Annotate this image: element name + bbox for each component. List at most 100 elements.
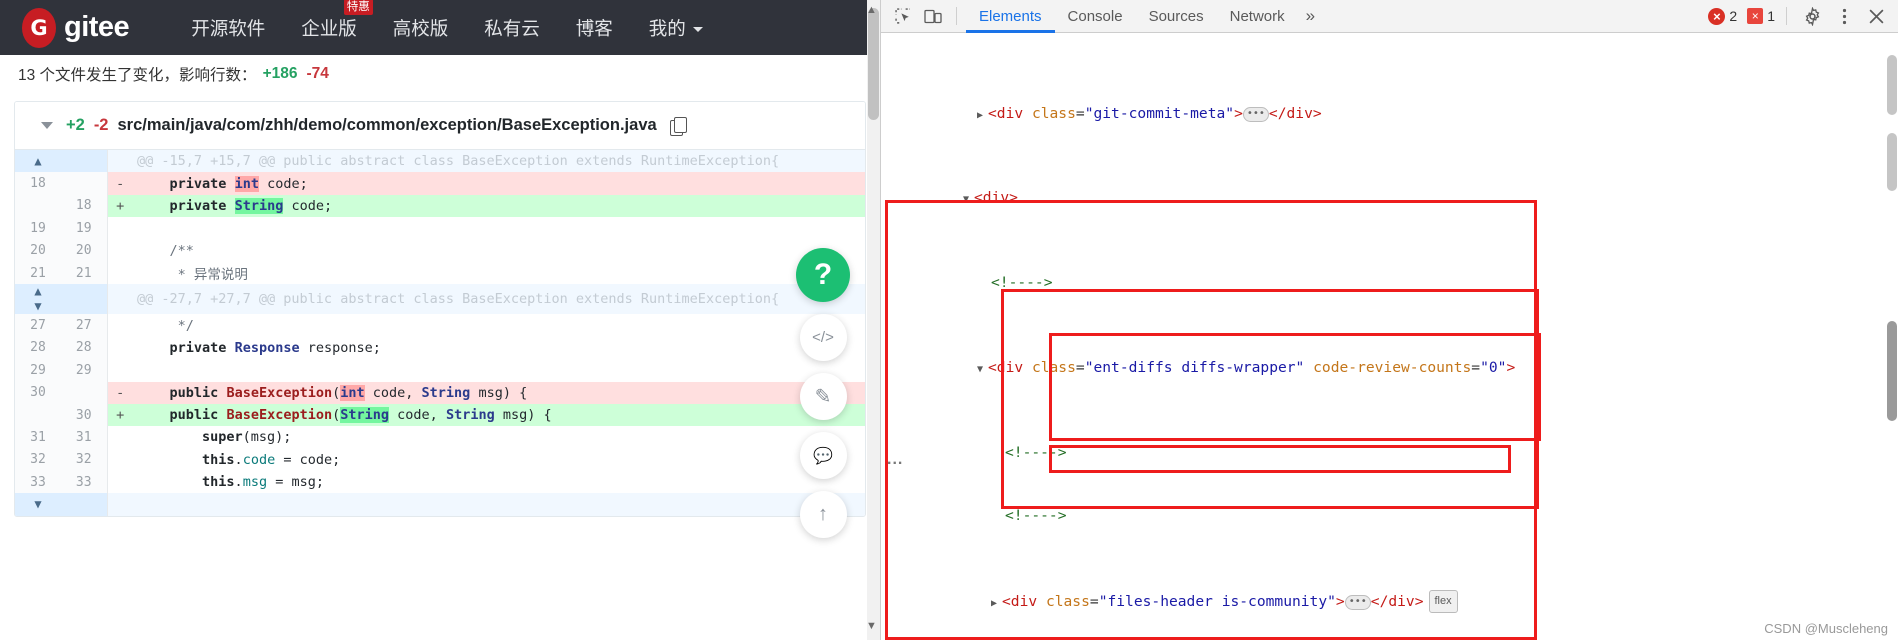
diff-sign: +	[107, 194, 133, 218]
scroll-up-arrow-icon[interactable]: ▲	[866, 4, 877, 16]
line-number-old: 30	[15, 381, 61, 404]
devtools-scrollbar-thumb-lower[interactable]	[1887, 321, 1897, 421]
diff-summary-text: 13 个文件发生了变化，影响行数：	[18, 67, 257, 84]
nav-item-opensource[interactable]: 开源软件	[173, 15, 283, 41]
diff-sign: -	[107, 172, 133, 195]
line-number-new: 19	[61, 217, 108, 240]
back-to-top-button[interactable]: ↑	[799, 491, 847, 538]
table-row: 31 31 super(msg);	[15, 426, 865, 449]
toolbar-divider-2	[1786, 7, 1787, 25]
tab-network[interactable]: Network	[1217, 0, 1298, 33]
diff-sign	[107, 284, 133, 315]
collapse-triangle-icon[interactable]: ▼	[963, 189, 974, 210]
page-scrollbar-thumb[interactable]	[868, 8, 879, 120]
kebab-menu-icon[interactable]	[1830, 3, 1858, 29]
ellipsis-icon[interactable]: •••	[1344, 595, 1371, 611]
warning-count: 1	[1767, 8, 1775, 24]
diff-sign	[107, 426, 133, 448]
table-row: 27 27 */	[15, 314, 865, 337]
nav-item-mine[interactable]: 我的	[631, 15, 721, 41]
code-line: private int code;	[133, 172, 865, 195]
table-row: 30 + public BaseException(String code, S…	[15, 403, 865, 427]
device-toolbar-icon[interactable]	[919, 3, 947, 29]
line-number-new: 21	[61, 261, 108, 285]
devtools-toolbar: Elements Console Sources Network » × 2 ×…	[881, 0, 1898, 33]
diff-summary-bar: 13 个文件发生了变化，影响行数： +186 -74	[0, 55, 880, 93]
nav-label: 开源软件	[191, 17, 266, 39]
expand-triangle-icon[interactable]: ▶	[977, 105, 988, 126]
excerpt-expand-up-icon[interactable]: ▲	[15, 150, 61, 173]
nav-label: 私有云	[484, 17, 540, 39]
nav-item-blog[interactable]: 博客	[558, 15, 631, 41]
code-line: * 异常说明	[137, 267, 248, 284]
dom-node-files-header[interactable]: ▶ <div class="files-header is-community">…	[881, 590, 1898, 614]
watermark: CSDN @Muscleheng	[1764, 621, 1888, 636]
code-line: super(msg);	[202, 429, 292, 446]
gear-icon[interactable]	[1798, 3, 1826, 29]
error-icon: ×	[1708, 7, 1726, 25]
diff-sign	[107, 314, 133, 336]
gitee-logo[interactable]: G gitee	[22, 7, 130, 48]
nav-item-private-cloud[interactable]: 私有云	[466, 15, 558, 41]
error-count-badge[interactable]: × 2	[1708, 7, 1738, 25]
diff-sign	[107, 337, 133, 359]
help-button[interactable]: ?	[796, 248, 850, 302]
dom-node-ent-diffs[interactable]: ▼ <div class="ent-diffs diffs-wrapper" co…	[881, 357, 1898, 378]
breadcrumb-ellipsis[interactable]: ...	[887, 451, 903, 469]
ellipsis-icon[interactable]: •••	[1242, 106, 1269, 122]
inspect-element-icon[interactable]	[889, 3, 917, 29]
comment-button[interactable]: 💬	[799, 432, 847, 479]
devtools-scrollbar-thumb-main[interactable]	[1887, 133, 1897, 191]
flex-badge[interactable]: flex	[1428, 590, 1458, 614]
devtools-toolbar-right: × 2 × 1	[1708, 3, 1890, 29]
diff-sign	[107, 217, 133, 239]
collapse-triangle-icon[interactable]	[41, 122, 53, 129]
line-number-new	[61, 150, 108, 173]
nav-item-enterprise[interactable]: 特惠 企业版	[283, 0, 375, 41]
edit-button[interactable]: ✎	[799, 373, 847, 420]
diff-sign: -	[107, 381, 133, 404]
code-line: */	[137, 317, 194, 334]
gitee-logo-text: gitee	[64, 11, 130, 43]
devtools-tabs: Elements Console Sources Network »	[966, 0, 1323, 33]
diff-summary-additions: +186	[262, 65, 298, 82]
code-button[interactable]: </>	[799, 314, 847, 361]
code-line	[133, 359, 865, 381]
error-count: 2	[1729, 8, 1738, 24]
devtools-scrollbar[interactable]	[1886, 33, 1898, 640]
expand-triangle-icon[interactable]: ▶	[991, 593, 1002, 614]
gitee-logo-mark: G	[22, 7, 56, 48]
excerpt-expand-both-icon[interactable]: ▲ ▼	[15, 284, 61, 315]
tab-elements[interactable]: Elements	[966, 0, 1055, 33]
dom-node-git-commit-meta[interactable]: ▶ <div class="git-commit-meta"> ••• </div>	[881, 103, 1898, 124]
screenshot-root: G gitee 开源软件 特惠 企业版 高校版 私有云 博客 我的 13 个文件…	[0, 0, 1898, 640]
code-line: private String code;	[133, 194, 865, 218]
diff-file-header: +2 -2 src/main/java/com/zhh/demo/common/…	[15, 102, 865, 150]
copy-icon[interactable]	[669, 116, 687, 136]
scroll-down-arrow-icon[interactable]: ▼	[866, 620, 877, 632]
toolbar-divider	[956, 7, 957, 25]
code-line: private Response response;	[169, 339, 381, 356]
nav-item-university[interactable]: 高校版	[375, 15, 467, 41]
line-number-new: 20	[61, 239, 108, 262]
line-number-new: 30	[61, 403, 108, 427]
code-line	[133, 217, 865, 239]
diff-sign	[107, 359, 133, 381]
close-icon[interactable]	[1862, 3, 1890, 29]
page-scrollbar[interactable]	[867, 0, 880, 640]
excerpt-expand-down-icon[interactable]: ▼	[15, 493, 61, 516]
excerpt-text: @@ -27,7 +27,7 @@ public abstract class …	[133, 284, 865, 315]
tab-console[interactable]: Console	[1055, 0, 1136, 33]
dom-node-div[interactable]: ▼ <div>	[881, 187, 1898, 208]
line-number-old: 32	[15, 448, 61, 472]
warning-count-badge[interactable]: × 1	[1747, 8, 1775, 24]
collapse-triangle-icon[interactable]: ▼	[977, 359, 988, 380]
tab-sources[interactable]: Sources	[1136, 0, 1217, 33]
line-number-new	[61, 284, 108, 315]
edit-icon: ✎	[814, 386, 832, 408]
diff-sign: +	[107, 403, 133, 427]
table-row-excerpt: ▲ @@ -15,7 +15,7 @@ public abstract clas…	[15, 150, 865, 173]
devtools-scrollbar-thumb-top[interactable]	[1887, 55, 1897, 115]
more-tabs-icon[interactable]: »	[1298, 6, 1323, 26]
line-number-new: 33	[61, 471, 108, 494]
